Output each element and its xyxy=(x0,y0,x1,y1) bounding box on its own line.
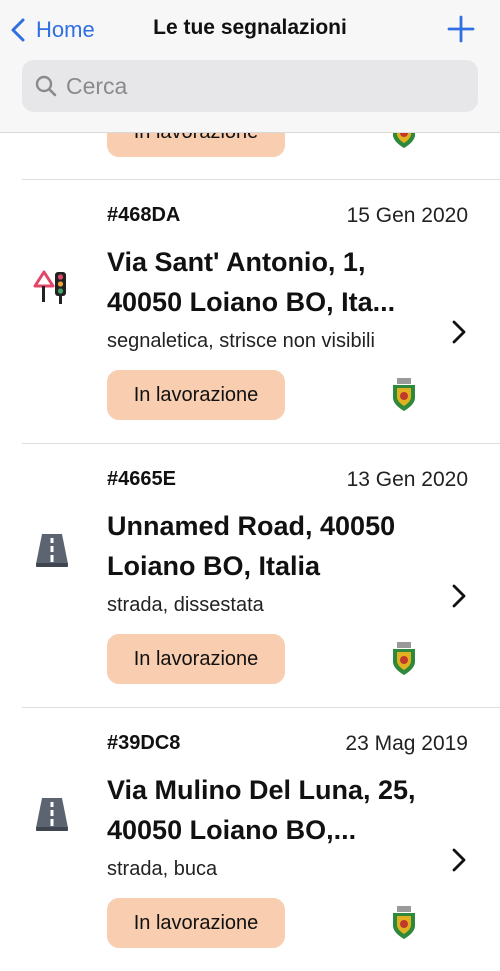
chevron-right-icon[interactable] xyxy=(452,584,466,608)
report-code: #468DA xyxy=(107,204,181,226)
search-bar[interactable] xyxy=(22,60,478,112)
road-icon xyxy=(36,534,68,567)
list-item[interactable]: #468DA 15 Gen 2020 Via Sant' Antonio, 1,… xyxy=(0,180,500,443)
municipality-crest-icon xyxy=(393,378,415,411)
chevron-right-icon[interactable] xyxy=(452,320,466,344)
status-badge: In lavorazione xyxy=(107,634,285,684)
municipality-crest-icon xyxy=(393,906,415,939)
road-icon xyxy=(36,798,68,831)
status-badge: In lavorazione xyxy=(107,898,285,948)
report-category: strada, buca xyxy=(107,858,218,880)
list-item[interactable]: #4665E 13 Gen 2020 Unnamed Road, 40050 L… xyxy=(0,444,500,707)
traffic-sign-icon xyxy=(33,270,66,304)
chevron-right-icon[interactable] xyxy=(452,848,466,872)
report-code: #39DC8 xyxy=(107,732,181,754)
report-category: segnaletica, strisce non visibili xyxy=(107,330,375,352)
status-badge: In lavorazione xyxy=(107,370,285,420)
navigation-bar: Home Le tue segnalazioni xyxy=(0,0,500,133)
report-address: Via Sant' Antonio, 1, 40050 Loiano BO, I… xyxy=(107,247,396,317)
municipality-crest-icon xyxy=(393,642,415,675)
report-category: strada, dissestata xyxy=(107,594,264,616)
plus-icon[interactable] xyxy=(446,14,476,44)
search-input[interactable] xyxy=(64,71,468,101)
search-icon xyxy=(35,75,57,97)
report-date: 13 Gen 2020 xyxy=(346,468,468,491)
report-date: 23 Mag 2019 xyxy=(345,732,468,755)
report-date: 15 Gen 2020 xyxy=(346,204,468,227)
report-address: Unnamed Road, 40050 Loiano BO, Italia xyxy=(107,511,396,581)
report-code: #4665E xyxy=(107,468,176,490)
page-title: Le tue segnalazioni xyxy=(153,16,347,39)
list-item[interactable]: #39DC8 23 Mag 2019 Via Mulino Del Luna, … xyxy=(0,708,500,971)
report-address: Via Mulino Del Luna, 25, 40050 Loiano BO… xyxy=(107,775,416,845)
